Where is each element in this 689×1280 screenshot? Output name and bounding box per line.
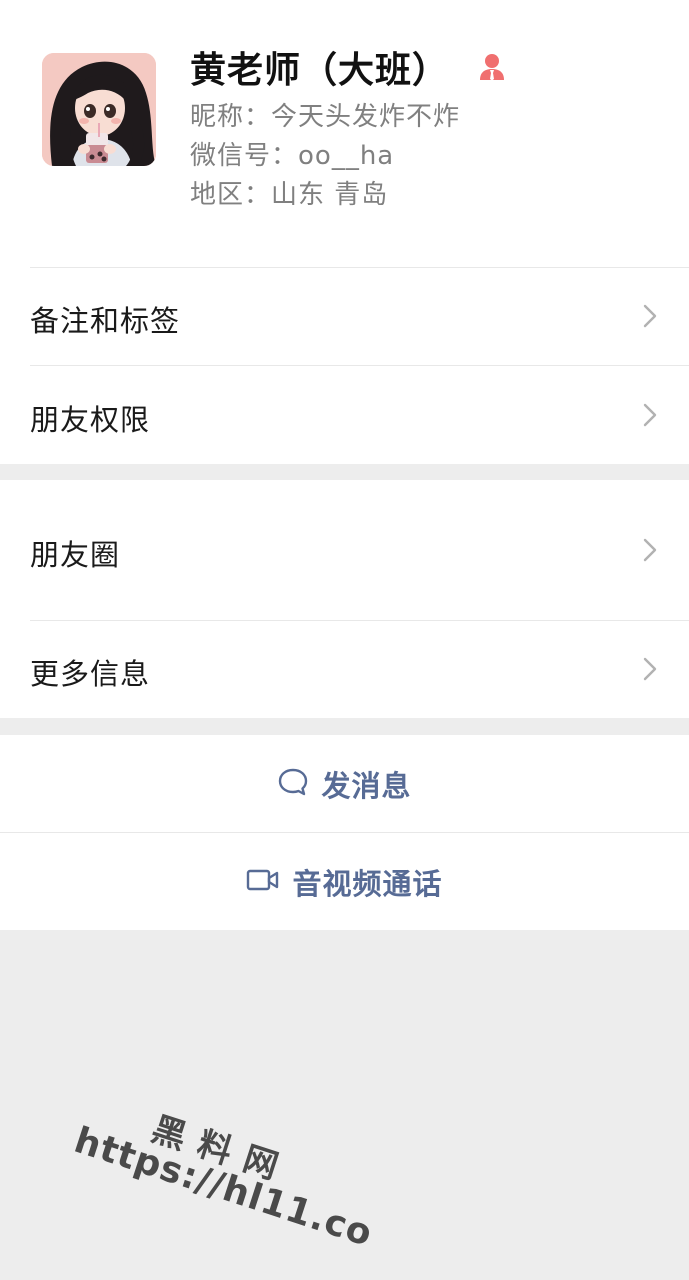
menu-item-moments[interactable]: 朋友圈: [0, 480, 689, 620]
name-row: 黄老师（大班）: [190, 42, 507, 92]
nickname-label: 昵称：: [190, 102, 272, 132]
wechat-id-value[interactable]: oo__ha: [298, 141, 394, 171]
person-with-tie-icon: [477, 52, 507, 82]
wechat-id-line: 微信号：oo__ha: [190, 139, 394, 173]
menu-item-label: 朋友权限: [30, 403, 151, 437]
watermark: 黑料网 https://hl11.co: [49, 1080, 409, 1280]
chevron-right-icon: [643, 657, 657, 681]
region-value: 山东 青岛: [271, 180, 389, 210]
display-name: 黄老师（大班）: [190, 50, 450, 91]
send-message-label: 发消息: [321, 768, 412, 803]
avatar[interactable]: [42, 53, 156, 166]
chevron-right-icon: [643, 538, 657, 562]
profile-header: 黄老师（大班） 昵称：今天头发炸不炸 微信号：oo__ha 地区：山东 青岛: [0, 0, 689, 267]
menu-item-label: 备注和标签: [30, 304, 181, 338]
chevron-right-icon: [643, 403, 657, 427]
menu-item-remark-tags[interactable]: 备注和标签: [0, 267, 689, 365]
menu-item-label: 朋友圈: [30, 538, 121, 572]
wechat-id-label: 微信号：: [190, 141, 299, 171]
avatar-illustration: [42, 53, 156, 166]
nickname-line: 昵称：今天头发炸不炸: [190, 100, 460, 134]
chat-bubble-icon: [277, 767, 309, 801]
menu-item-label: 更多信息: [30, 657, 151, 691]
info-group: 朋友圈 更多信息: [0, 480, 689, 718]
chevron-right-icon: [643, 304, 657, 328]
send-message-button[interactable]: 发消息: [0, 735, 689, 832]
nickname-value: 今天头发炸不炸: [271, 102, 461, 132]
region-line: 地区：山东 青岛: [190, 178, 388, 212]
video-call-button[interactable]: 音视频通话: [0, 833, 689, 930]
region-label: 地区：: [190, 180, 272, 210]
contact-profile-page: 黄老师（大班） 昵称：今天头发炸不炸 微信号：oo__ha 地区：山东 青岛 备…: [0, 0, 689, 1280]
settings-group: 备注和标签 朋友权限: [0, 267, 689, 464]
video-call-label: 音视频通话: [292, 866, 443, 901]
video-camera-icon: [246, 868, 280, 896]
menu-item-more-info[interactable]: 更多信息: [0, 621, 689, 718]
menu-item-friend-permissions[interactable]: 朋友权限: [0, 366, 689, 464]
